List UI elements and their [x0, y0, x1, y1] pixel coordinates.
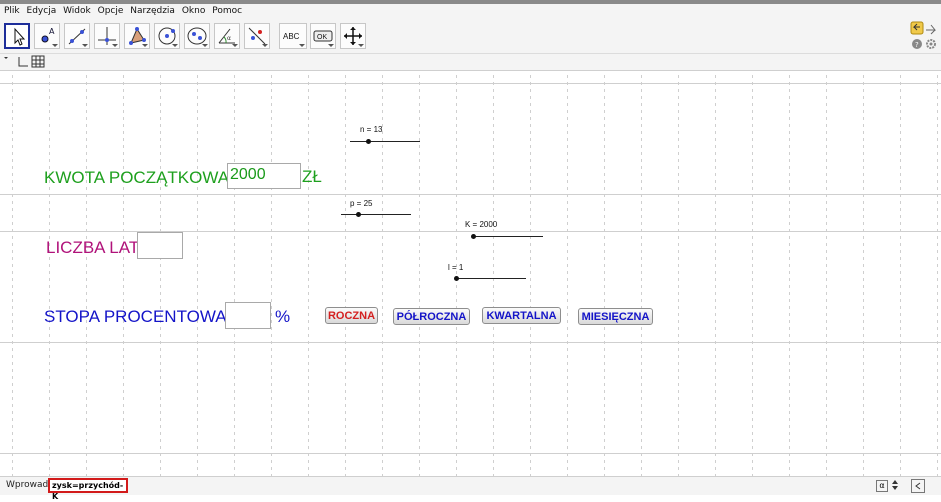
style-bar-toggle-icon[interactable] [4, 57, 8, 59]
miesieczna-button[interactable]: MIESIĘCZNA [578, 308, 653, 325]
button-tool-button[interactable]: OK [310, 23, 336, 49]
point-tool-button[interactable]: A [34, 23, 60, 49]
chevron-left-icon [915, 482, 921, 490]
svg-text:?: ? [915, 41, 919, 49]
slider-l-handle[interactable] [454, 276, 459, 281]
slider-n-handle[interactable] [366, 139, 371, 144]
conic-tool-button[interactable] [184, 23, 210, 49]
svg-text:α: α [227, 35, 231, 42]
text-tool-button[interactable]: ABC [279, 23, 307, 49]
input-help-toggle[interactable] [911, 479, 925, 493]
slider-p-handle[interactable] [356, 212, 361, 217]
redo-icon[interactable] [926, 24, 937, 35]
slider-K-track[interactable] [472, 236, 543, 237]
undo-redo-group: ? [909, 21, 939, 53]
axes-icon[interactable] [18, 57, 28, 67]
menu-widok[interactable]: Widok [63, 4, 91, 19]
lata-input[interactable] [137, 232, 183, 259]
grid-icon[interactable] [31, 55, 45, 68]
help-icon[interactable]: ? [912, 39, 922, 49]
reflect-tool-button[interactable] [244, 23, 270, 49]
slider-p[interactable]: p = 25 [341, 199, 413, 221]
slider-n[interactable]: n = 13 [350, 125, 422, 147]
gear-icon[interactable] [926, 39, 936, 49]
perpendicular-tool-button[interactable] [94, 23, 120, 49]
slider-n-track[interactable] [350, 141, 420, 142]
input-field[interactable]: zysk=przychód-K [48, 478, 128, 501]
graphics-view[interactable]: KWOTA POCZĄTKOWA 2000 ZŁ LICZBA LAT STOP… [0, 71, 941, 476]
undo-icon[interactable] [910, 21, 924, 35]
polroczna-button[interactable]: PÓŁROCZNA [393, 308, 470, 325]
kwota-input[interactable]: 2000 [227, 163, 301, 189]
input-bar: Wprowadź: zysk=przychód-K α [0, 476, 941, 501]
stopa-unit: % [275, 307, 291, 326]
line-tool-button[interactable] [64, 23, 90, 49]
circle-tool-button[interactable] [154, 23, 180, 49]
slider-K-label: K = 2000 [465, 220, 498, 229]
move-tool-button[interactable] [4, 23, 30, 49]
menu-narzedzia[interactable]: Narzędzia [130, 4, 175, 19]
move-view-tool-button[interactable] [340, 23, 366, 49]
polygon-tool-button[interactable] [124, 23, 150, 49]
slider-l[interactable]: l = 1 [448, 263, 528, 285]
slider-l-track[interactable] [456, 278, 526, 279]
input-history-spinner[interactable] [891, 479, 899, 492]
roczna-button[interactable]: ROCZNA [325, 307, 378, 324]
svg-text:OK: OK [317, 34, 327, 41]
svg-text:ABC: ABC [283, 32, 300, 41]
slider-p-track[interactable] [341, 214, 411, 215]
lata-label: LICZBA LAT [46, 238, 140, 257]
slider-l-label: l = 1 [448, 263, 464, 272]
angle-tool-button[interactable]: α [214, 23, 240, 49]
alpha-symbol-button[interactable]: α [876, 480, 888, 492]
kwota-unit: ZŁ [302, 167, 322, 186]
move-tool-icon [14, 27, 26, 46]
kwartalna-button[interactable]: KWARTALNA [482, 307, 561, 324]
slider-K[interactable]: K = 2000 [465, 220, 545, 242]
graphics-style-bar [0, 54, 941, 71]
slider-p-label: p = 25 [350, 199, 373, 208]
stopa-label: STOPA PROCENTOWA [44, 307, 227, 326]
toolbar: A α ABC OK ? [0, 19, 941, 54]
stopa-input[interactable] [225, 302, 271, 329]
slider-K-handle[interactable] [471, 234, 476, 239]
slider-n-label: n = 13 [360, 125, 383, 134]
kwota-label: KWOTA POCZĄTKOWA [44, 168, 230, 187]
menu-opcje[interactable]: Opcje [98, 4, 124, 19]
menu-bar: Plik Edycja Widok Opcje Narzędzia Okno P… [0, 4, 941, 19]
menu-okno[interactable]: Okno [182, 4, 206, 19]
svg-text:A: A [49, 27, 55, 36]
menu-edycja[interactable]: Edycja [27, 4, 57, 19]
menu-plik[interactable]: Plik [4, 4, 20, 19]
menu-pomoc[interactable]: Pomoc [212, 4, 242, 19]
